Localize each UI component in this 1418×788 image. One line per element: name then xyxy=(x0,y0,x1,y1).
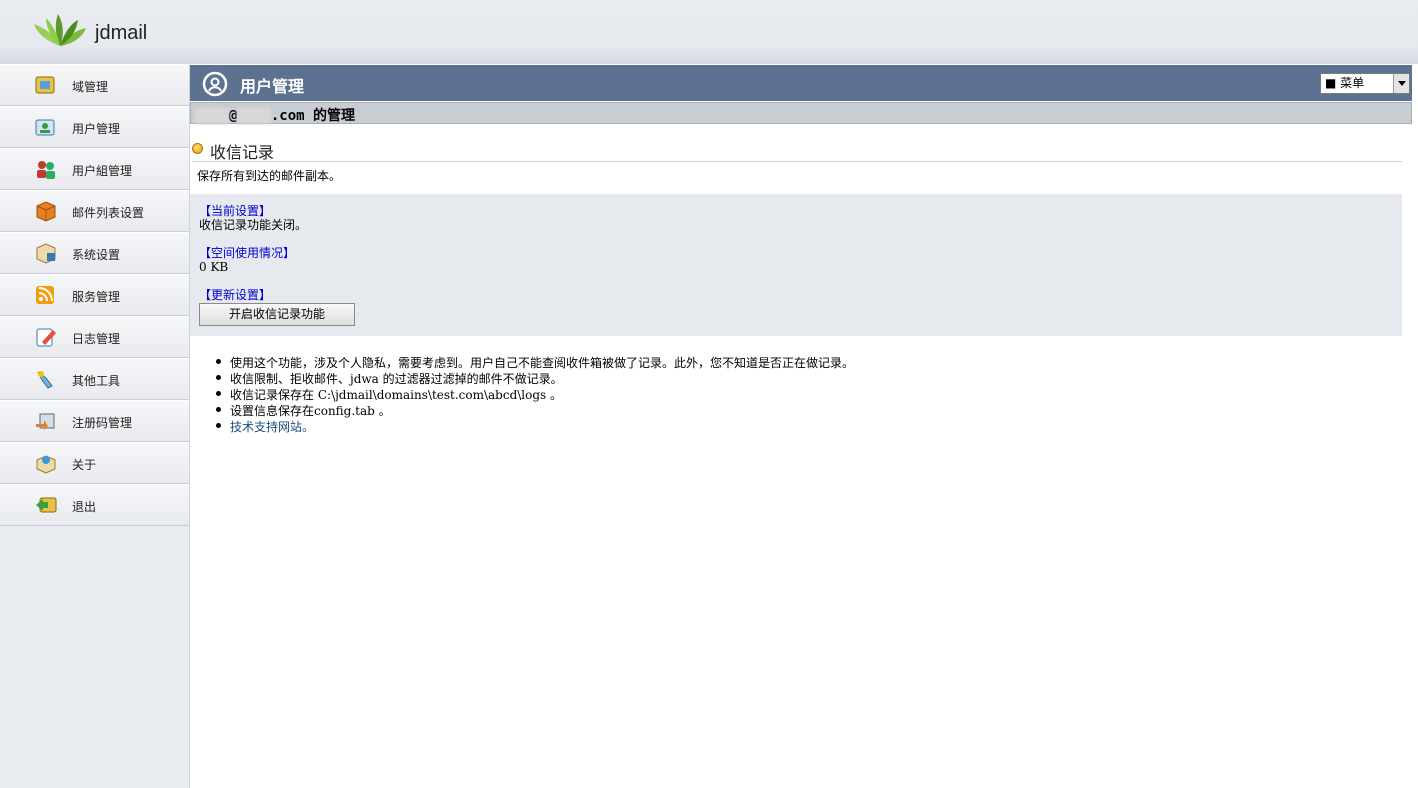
section-title: 收信记录 xyxy=(210,143,275,162)
app-header: jdmail xyxy=(0,0,1418,64)
log-icon xyxy=(36,328,56,347)
notes-list: 使用这个功能，涉及个人隐私，需要考虑到。用户自己不能查阅收件箱被做了记录。此外，… xyxy=(216,354,854,434)
menu-select-value: ■ 菜单 xyxy=(1325,76,1365,90)
bullet-icon xyxy=(192,143,203,154)
sidebar-nav: 域管理 用户管理 用户組管理 邮件列表设置 系统设置 服务管理 日志管理 其他工… xyxy=(0,64,190,788)
account-title: abcd@test.com 的管理 xyxy=(195,105,355,125)
main-content: 用户管理 ■ 菜单 abcd@test.com 的管理 收信记录 保存所有到达的… xyxy=(190,64,1418,788)
jdmail-logo-icon xyxy=(34,14,86,46)
page-title: 用户管理 xyxy=(240,77,305,96)
sidebar-item-logout[interactable]: 退出 xyxy=(0,484,189,526)
list-item: 收信记录保存在 C:\jdmail\domains\test.com\abcd\… xyxy=(216,386,854,402)
sidebar-item-log[interactable]: 日志管理 xyxy=(0,316,189,358)
settings-panel: 【当前设置】 收信记录功能关闭。 【空间使用情况】 0 KB 【更新设置】 开启… xyxy=(190,194,1402,336)
sidebar-item-label: 邮件列表设置 xyxy=(72,206,145,220)
section-description: 保存所有到达的邮件副本。 xyxy=(197,169,342,183)
menu-select[interactable]: ■ 菜单 xyxy=(1320,73,1410,94)
sidebar-item-system-settings[interactable]: 系统设置 xyxy=(0,232,189,274)
sidebar-item-user-group[interactable]: 用户組管理 xyxy=(0,148,189,190)
sidebar-item-tools[interactable]: 其他工具 xyxy=(0,358,189,400)
title-bar: 用户管理 ■ 菜单 xyxy=(190,65,1412,101)
update-settings-heading: 【更新设置】 xyxy=(199,288,272,302)
current-settings-value: 收信记录功能关闭。 xyxy=(199,218,308,232)
list-item: 收信限制、拒收邮件、jdwa 的过滤器过滤掉的邮件不做记录。 xyxy=(216,370,854,386)
sidebar-item-about[interactable]: 关于 xyxy=(0,442,189,484)
sidebar-item-user[interactable]: 用户管理 xyxy=(0,106,189,148)
user-group-icon xyxy=(37,161,55,179)
app-logo-text: jdmail xyxy=(95,22,148,44)
tools-icon xyxy=(37,371,53,389)
sidebar-item-label: 服务管理 xyxy=(72,290,121,304)
domain-icon xyxy=(35,76,55,94)
account-title-suffix: .com 的管理 xyxy=(270,108,356,124)
sidebar-item-mailing-list[interactable]: 邮件列表设置 xyxy=(0,190,189,232)
sidebar-item-label: 日志管理 xyxy=(72,332,121,346)
sidebar-item-registration[interactable]: 注册码管理 xyxy=(0,400,189,442)
sidebar-item-label: 注册码管理 xyxy=(72,416,133,430)
sidebar-item-label: 关于 xyxy=(72,458,97,472)
support-site-link[interactable]: 技术支持网站。 xyxy=(230,420,314,434)
sidebar-item-label: 用户管理 xyxy=(72,122,121,136)
user-circle-icon xyxy=(202,71,228,97)
about-icon xyxy=(36,455,56,474)
blurred-domain: test xyxy=(237,108,271,124)
system-settings-icon xyxy=(36,243,56,264)
enable-inbox-logging-button[interactable]: 开启收信记录功能 xyxy=(199,303,355,326)
chevron-down-icon[interactable] xyxy=(1393,74,1409,93)
blurred-username: abcd xyxy=(195,108,229,124)
sidebar-item-label: 用户組管理 xyxy=(72,164,133,178)
sidebar-item-label: 系统设置 xyxy=(72,248,121,262)
service-icon xyxy=(36,286,54,304)
list-item: 技术支持网站。 xyxy=(216,418,854,434)
logout-icon xyxy=(36,497,57,513)
list-item: 设置信息保存在config.tab 。 xyxy=(216,402,854,418)
account-subheader: abcd@test.com 的管理 xyxy=(190,102,1412,124)
sidebar-item-service[interactable]: 服务管理 xyxy=(0,274,189,316)
list-item: 使用这个功能，涉及个人隐私，需要考虑到。用户自己不能查阅收件箱被做了记录。此外，… xyxy=(216,354,854,370)
user-icon xyxy=(35,119,55,136)
sidebar-item-label: 域管理 xyxy=(72,80,109,94)
sidebar-item-label: 退出 xyxy=(72,500,97,514)
sidebar-item-label: 其他工具 xyxy=(72,374,121,388)
section-header: 收信记录 xyxy=(192,138,1402,162)
space-usage-heading: 【空间使用情况】 xyxy=(199,246,296,260)
sidebar-item-domain[interactable]: 域管理 xyxy=(0,64,189,106)
space-usage-value: 0 KB xyxy=(199,260,229,274)
registration-icon xyxy=(36,413,55,430)
mailing-list-icon xyxy=(36,201,56,222)
